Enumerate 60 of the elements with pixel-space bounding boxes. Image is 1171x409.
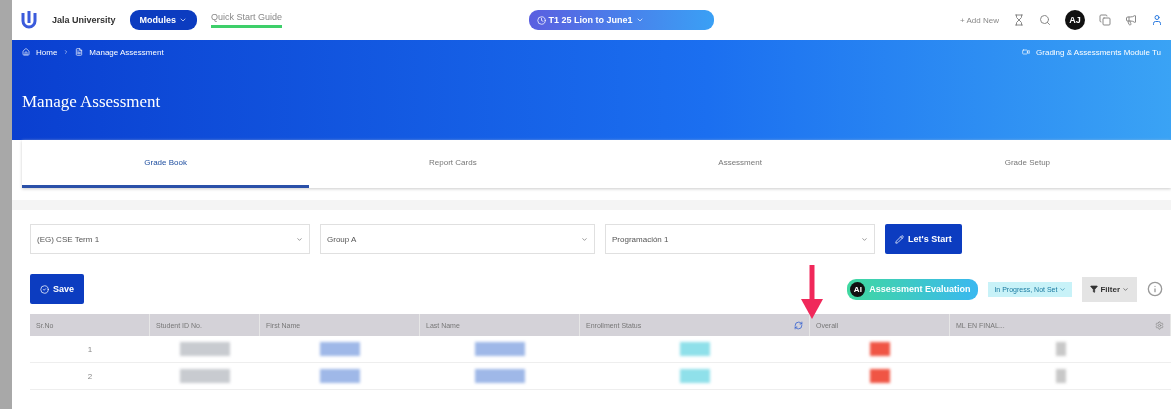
chevron-icon — [581, 235, 588, 243]
hourglass-icon[interactable] — [1013, 14, 1025, 26]
megaphone-icon[interactable] — [1125, 14, 1137, 26]
ai-avatar: AI — [850, 281, 866, 297]
chevron-icon — [1059, 285, 1067, 293]
chevron-icon — [63, 49, 70, 55]
table-cell: 2 — [30, 363, 150, 390]
user-avatar[interactable]: AJ — [1065, 10, 1085, 30]
user-icon[interactable] — [1151, 14, 1163, 26]
evaluation-button[interactable]: AI Assessment Evaluation — [847, 278, 979, 300]
logo-icon — [20, 10, 38, 30]
filter-button[interactable]: Filter — [1082, 276, 1137, 302]
filter-icon — [1090, 285, 1099, 293]
chevron-icon — [861, 235, 868, 243]
chevron-icon — [296, 235, 303, 243]
table-cell: 1 — [30, 336, 150, 363]
blurred-content — [870, 369, 890, 383]
info-icon[interactable] — [1147, 281, 1163, 297]
settings-icon[interactable] — [1155, 320, 1164, 330]
document-icon — [75, 48, 84, 56]
guide-link[interactable]: Quick Start Guide — [211, 12, 283, 28]
refresh-icon[interactable] — [794, 320, 803, 330]
pencil-icon — [895, 234, 904, 244]
tab[interactable]: Grade Book — [22, 140, 310, 188]
blurred-content — [1055, 369, 1066, 383]
chevron-icon — [1122, 285, 1129, 293]
blurred-content — [475, 369, 525, 383]
home-icon[interactable] — [22, 48, 30, 56]
add-new-button[interactable]: + Add New — [960, 15, 999, 25]
tab[interactable]: Grade Setup — [883, 140, 1171, 188]
select-field[interactable]: (EG) CSE Term 1 — [30, 224, 310, 254]
clock-icon — [536, 15, 546, 25]
copy-icon[interactable] — [1099, 14, 1111, 26]
arrow-annotation — [800, 265, 824, 321]
search-icon[interactable] — [1039, 14, 1051, 26]
blurred-content — [320, 342, 360, 356]
chevron-icon — [635, 16, 644, 24]
modules-button[interactable]: Modules — [129, 10, 198, 30]
blurred-content — [680, 342, 710, 356]
blurred-content — [475, 342, 525, 356]
select-field[interactable]: Programación 1 — [605, 224, 875, 254]
breadcrumb-item: Manage Assessment — [89, 47, 164, 57]
blurred-content — [680, 369, 710, 383]
check-icon — [40, 284, 49, 294]
video-icon — [1022, 48, 1031, 56]
page-title: Manage Assessment — [22, 92, 162, 112]
select-field[interactable]: Group A — [320, 224, 595, 254]
blurred-content — [1055, 342, 1066, 356]
breadcrumb-link[interactable]: Home — [36, 47, 58, 57]
blurred-content — [870, 342, 890, 356]
start-button[interactable]: Let's Start — [885, 224, 962, 254]
brand-name: Jala University — [52, 15, 116, 25]
blurred-content — [180, 369, 230, 383]
chevron-icon — [179, 16, 188, 24]
term-selector[interactable]: T1 25 Lion to June1 — [528, 10, 714, 30]
tab[interactable]: Report Cards — [309, 140, 597, 188]
tab[interactable]: Assessment — [596, 140, 884, 188]
blurred-content — [320, 369, 360, 383]
save-button[interactable]: Save — [30, 274, 85, 304]
blurred-content — [180, 342, 230, 356]
